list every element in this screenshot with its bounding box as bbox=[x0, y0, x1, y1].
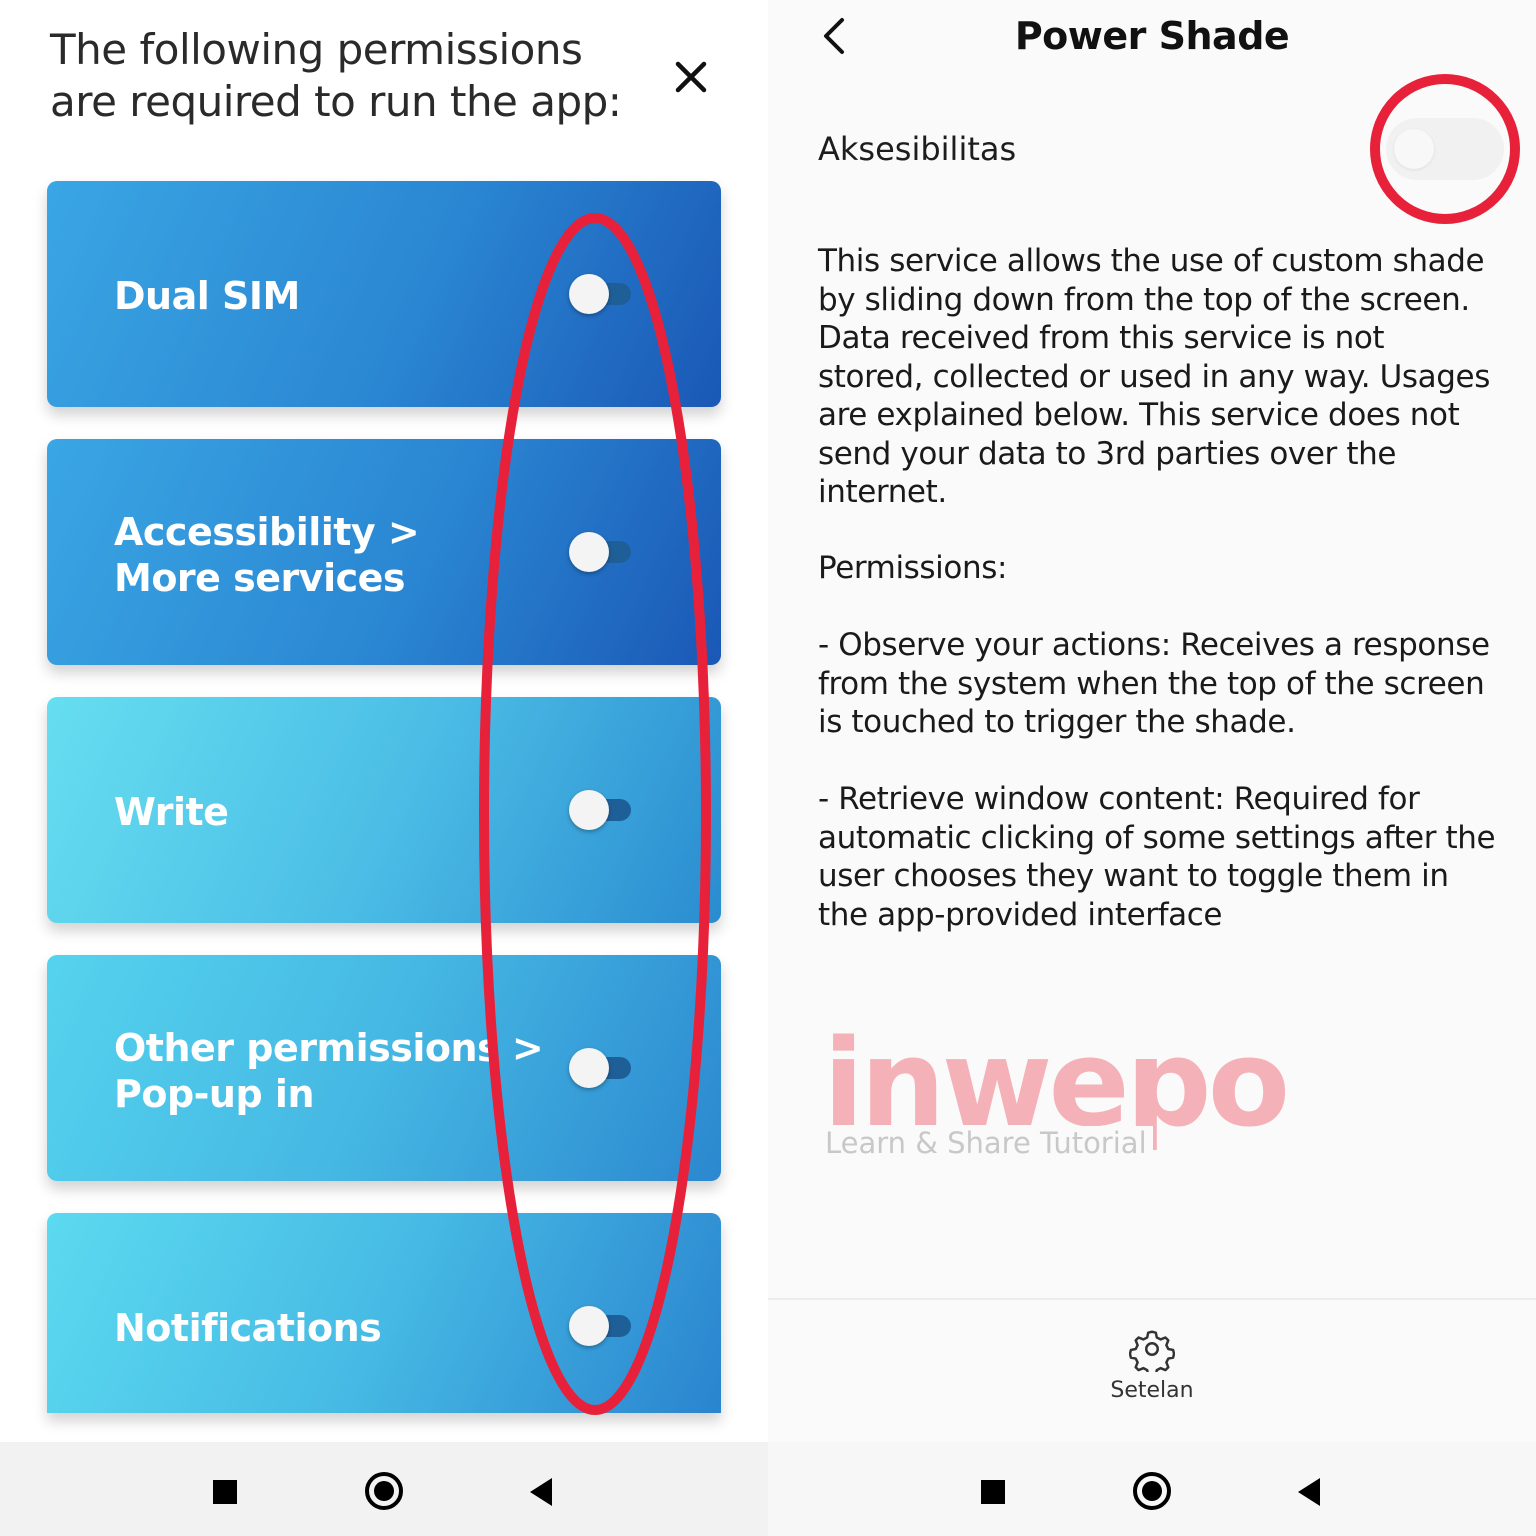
recents-square-icon[interactable] bbox=[213, 1480, 237, 1504]
notifications-toggle[interactable] bbox=[569, 1306, 633, 1346]
permission-card-write[interactable]: Write bbox=[47, 697, 721, 923]
permission-card-notifications[interactable]: Notifications bbox=[47, 1213, 721, 1413]
system-navigation-bar bbox=[768, 1442, 1536, 1536]
settings-button[interactable]: Setelan bbox=[1102, 1326, 1202, 1405]
dual-sim-toggle[interactable] bbox=[569, 274, 633, 314]
permission-card-accessibility[interactable]: Accessibility > More services bbox=[47, 439, 721, 665]
permission-label: Notifications bbox=[114, 1306, 382, 1350]
chevron-left-icon bbox=[824, 18, 844, 54]
accessibility-label: Aksesibilitas bbox=[818, 130, 1017, 168]
home-circle-icon[interactable] bbox=[1133, 1472, 1171, 1510]
service-description: This service allows the use of custom sh… bbox=[818, 243, 1490, 510]
system-navigation-bar bbox=[0, 1442, 768, 1536]
permission-retrieve-content: - Retrieve window content: Required for … bbox=[818, 781, 1496, 933]
watermark-tagline: Learn & Share Tutorial bbox=[825, 1126, 1153, 1160]
accessibility-toggle[interactable] bbox=[569, 532, 633, 572]
power-shade-screen: Power Shade Aksesibilitas This service a… bbox=[768, 0, 1536, 1536]
permission-label: Write bbox=[114, 790, 229, 834]
gear-icon bbox=[1128, 1330, 1176, 1378]
permissions-title: The following permissions are required t… bbox=[50, 25, 622, 126]
permissions-screen: The following permissions are required t… bbox=[0, 0, 768, 1536]
home-circle-icon[interactable] bbox=[365, 1472, 403, 1510]
permission-label: Accessibility > More services bbox=[114, 510, 420, 600]
permission-card-dual-sim[interactable]: Dual SIM bbox=[47, 181, 721, 407]
close-icon bbox=[675, 61, 707, 93]
permission-card-popup-background[interactable]: Other permissions > Pop-up in background bbox=[47, 955, 721, 1181]
annotation-circle bbox=[1370, 74, 1520, 224]
permission-label: Dual SIM bbox=[114, 274, 300, 318]
back-triangle-icon[interactable] bbox=[530, 1478, 552, 1506]
watermark-logo: inwepo Learn & Share Tutorial bbox=[823, 1020, 1290, 1180]
close-button[interactable] bbox=[664, 50, 718, 104]
write-toggle[interactable] bbox=[569, 790, 633, 830]
popup-background-toggle[interactable] bbox=[569, 1048, 633, 1088]
page-title: Power Shade bbox=[1014, 14, 1290, 58]
settings-label: Setelan bbox=[1110, 1378, 1194, 1403]
recents-square-icon[interactable] bbox=[981, 1480, 1005, 1504]
permission-observe-actions: - Observe your actions: Receives a respo… bbox=[818, 627, 1490, 740]
back-triangle-icon[interactable] bbox=[1298, 1478, 1320, 1506]
back-button[interactable] bbox=[816, 14, 856, 58]
divider bbox=[768, 1298, 1536, 1300]
permissions-heading: Permissions: bbox=[818, 550, 1007, 586]
permission-label: Other permissions > Pop-up in background bbox=[114, 1026, 544, 1116]
